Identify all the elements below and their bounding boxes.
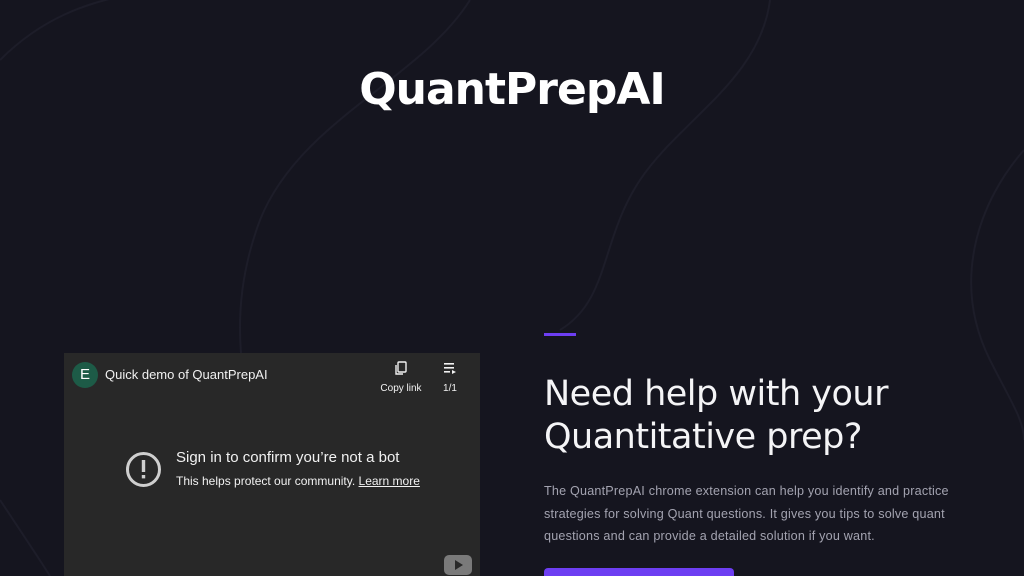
video-embed[interactable]: E Quick demo of QuantPrepAI Copy link 1/… bbox=[64, 353, 480, 576]
site-title: QuantPrepAI bbox=[359, 64, 666, 115]
warning-icon bbox=[126, 452, 161, 487]
playlist-icon bbox=[444, 363, 456, 374]
error-subtitle: This helps protect our community. Learn … bbox=[176, 474, 420, 488]
video-title[interactable]: Quick demo of QuantPrepAI bbox=[105, 367, 268, 382]
youtube-icon[interactable] bbox=[444, 555, 472, 575]
hero-description: The QuantPrepAI chrome extension can hel… bbox=[544, 484, 949, 543]
hero-headline: Need help with your Quantitative prep? bbox=[544, 373, 984, 459]
copy-icon bbox=[395, 361, 407, 375]
learn-more-link[interactable]: Learn more bbox=[359, 474, 420, 488]
playlist-button[interactable]: 1/1 bbox=[440, 361, 460, 394]
error-title: Sign in to confirm you’re not a bot bbox=[176, 449, 400, 466]
accent-bar bbox=[544, 333, 576, 336]
copy-link-button[interactable]: Copy link bbox=[378, 361, 424, 394]
headline-line-2: Quantitative prep? bbox=[544, 417, 862, 457]
cta-button[interactable] bbox=[544, 568, 734, 576]
copy-link-label: Copy link bbox=[380, 383, 422, 394]
error-message: This helps protect our community. bbox=[176, 474, 356, 488]
headline-line-1: Need help with your bbox=[544, 374, 888, 414]
playlist-count: 1/1 bbox=[443, 383, 457, 394]
channel-avatar[interactable]: E bbox=[72, 362, 98, 388]
